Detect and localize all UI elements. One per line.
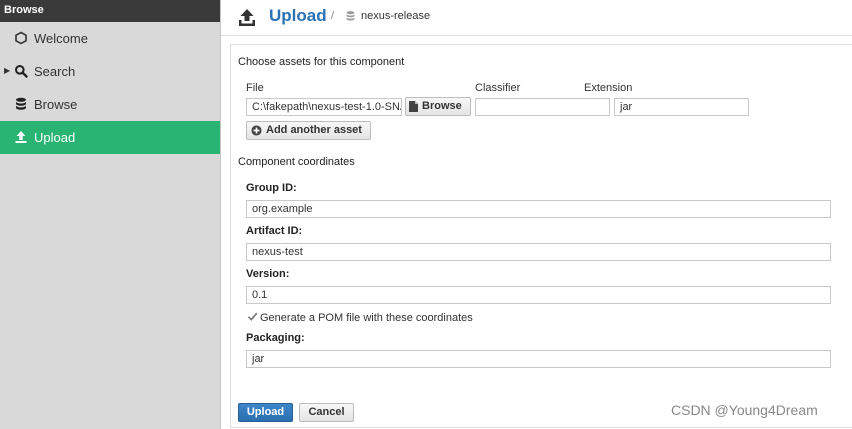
- watermark: CSDN @Young4Dream: [671, 402, 818, 418]
- sidebar-item-label: Welcome: [34, 31, 88, 46]
- sidebar-item-label: Browse: [34, 97, 78, 112]
- sidebar-item-browse[interactable]: Browse: [0, 88, 220, 121]
- group-id-label: Group ID:: [246, 182, 297, 194]
- packaging-input[interactable]: jar: [246, 350, 831, 368]
- sidebar-item-search[interactable]: ▶ Search: [0, 55, 220, 88]
- sidebar-item-upload[interactable]: Upload: [0, 121, 220, 154]
- upload-button[interactable]: Upload: [238, 403, 293, 422]
- file-label: File: [246, 82, 264, 94]
- upload-icon: [15, 131, 27, 143]
- version-input[interactable]: 0.1: [246, 286, 831, 304]
- upload-icon: [239, 9, 255, 26]
- page-title: Upload: [269, 6, 327, 25]
- assets-section-title: Choose assets for this component: [238, 56, 405, 68]
- file-input[interactable]: C:\fakepath\nexus-test-1.0-SNAPSHOT.jar: [246, 98, 402, 116]
- database-icon: [16, 97, 26, 110]
- packaging-label: Packaging:: [246, 332, 305, 344]
- browse-button[interactable]: Browse: [405, 97, 471, 116]
- file-icon: [409, 101, 418, 112]
- sidebar-item-label: Upload: [34, 130, 76, 145]
- classifier-label: Classifier: [475, 82, 521, 94]
- coordinates-section-title: Component coordinates: [238, 156, 355, 168]
- add-asset-button[interactable]: Add another asset: [246, 121, 371, 140]
- version-label: Version:: [246, 268, 290, 280]
- search-icon: [15, 65, 28, 78]
- breadcrumb-separator: /: [331, 10, 335, 22]
- cancel-button[interactable]: Cancel: [299, 403, 354, 422]
- group-id-input[interactable]: org.example: [246, 200, 831, 218]
- sidebar: Browse Welcome ▶ Search Browse Upload: [0, 0, 221, 429]
- sidebar-item-label: Search: [34, 64, 76, 79]
- plus-circle-icon: [251, 125, 262, 136]
- upload-form: Choose assets for this component File Cl…: [230, 44, 852, 428]
- sidebar-header: Browse: [0, 0, 220, 22]
- database-icon: [346, 11, 355, 21]
- artifact-id-input[interactable]: nexus-test: [246, 243, 831, 261]
- generate-pom-checkbox[interactable]: [247, 311, 258, 322]
- hexagon-icon: [15, 31, 27, 45]
- extension-input[interactable]: jar: [614, 98, 749, 116]
- extension-label: Extension: [584, 82, 633, 94]
- artifact-id-label: Artifact ID:: [246, 225, 303, 237]
- caret-right-icon[interactable]: ▶: [4, 66, 10, 75]
- sidebar-item-welcome[interactable]: Welcome: [0, 22, 220, 55]
- breadcrumb-repository: nexus-release: [361, 10, 431, 22]
- browse-button-label: Browse: [422, 100, 462, 112]
- page-header: Upload / nexus-release: [221, 0, 852, 36]
- add-asset-label: Add another asset: [266, 124, 362, 136]
- classifier-input[interactable]: [475, 98, 610, 116]
- generate-pom-label: Generate a POM file with these coordinat…: [260, 312, 473, 324]
- main-content: Upload / nexus-release Choose assets for…: [221, 0, 852, 429]
